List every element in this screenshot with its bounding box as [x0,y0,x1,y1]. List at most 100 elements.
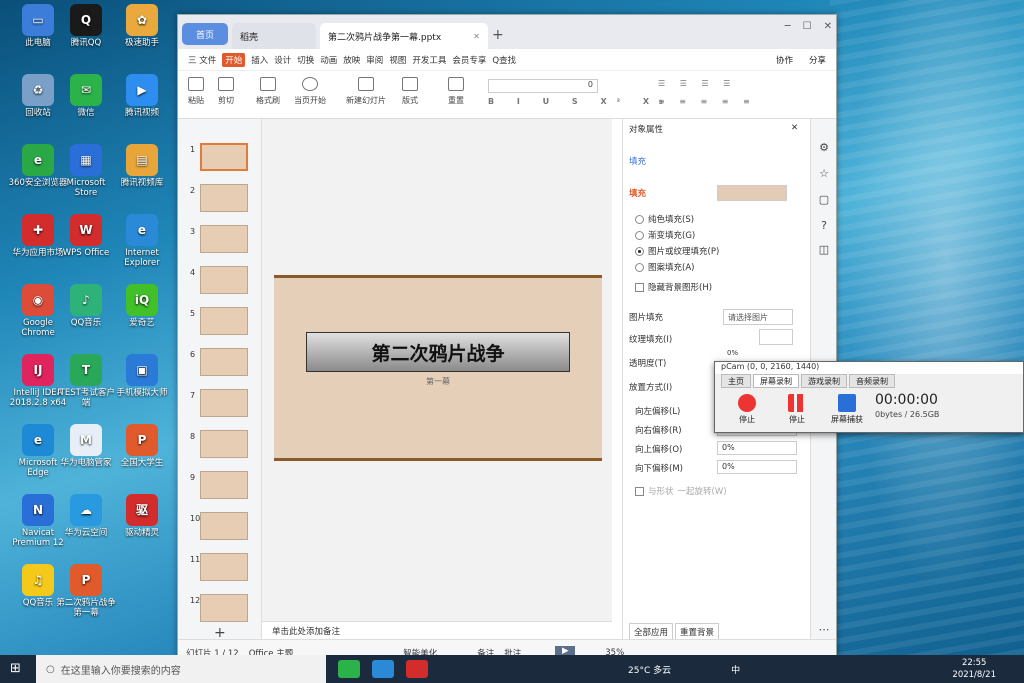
bandicam-capture-button[interactable]: 屏幕捕获 [827,394,867,425]
desktop-icon[interactable]: e Internet Explorer [112,214,172,268]
taskbar-search[interactable]: ○ 在这里输入你要搜索的内容 [36,655,326,683]
menu-item[interactable]: Q查找 [492,54,516,66]
desktop-icon[interactable]: ✿ 极速助手 [112,4,172,48]
animation-icon[interactable]: ☆ [817,167,831,181]
new-tab-icon[interactable]: + [492,27,504,43]
slide-thumbnail[interactable] [200,512,248,540]
slide-thumbnail[interactable] [200,553,248,581]
wechat-taskbar-icon[interactable] [338,660,360,678]
help-icon[interactable]: ? [817,219,831,233]
bandicam-tab[interactable]: 主页 [721,374,751,388]
align-tools[interactable]: ≡ ≡ ≡ ≡ ≡ [658,97,756,106]
slide-thumbnail[interactable] [200,471,248,499]
fill-section-title[interactable]: 填充 [629,187,646,199]
desktop-icon[interactable]: ▦ Microsoft Store [56,144,116,198]
fill-option-radio[interactable]: 渐变填充(G) [635,229,695,241]
desktop-icon[interactable]: ▤ 腾讯视频库 [112,144,172,188]
cut-button[interactable]: 剪切 [218,77,234,106]
tab-document[interactable]: 第二次鸦片战争第一幕.pptx ✕ [320,23,488,49]
fill-color-select[interactable] [717,185,787,201]
desktop-icon[interactable]: ▣ 手机模拟大师 [112,354,172,398]
menu-item[interactable]: 设计 [274,54,291,66]
comment-icon[interactable]: ▢ [817,193,831,207]
wps-taskbar-icon[interactable] [406,660,428,678]
desktop-icon[interactable]: 驱驱动精灵 [112,494,172,538]
hide-bg-checkbox[interactable]: 隐藏背景图形(H) [635,281,712,293]
slide-title[interactable]: 第二次鸦片战争 [306,332,570,372]
format-painter-button[interactable]: 格式刷 [256,77,280,106]
menu-item[interactable]: 审阅 [366,54,383,66]
menu-item[interactable]: 视图 [389,54,406,66]
desktop-icon[interactable]: iQ 爱奇艺 [112,284,172,328]
desktop-icon[interactable]: P 第二次鸦片战争第一幕 [56,564,116,618]
menu-item[interactable]: 三 文件 [188,54,216,66]
texture-select[interactable] [759,329,793,345]
desktop-icon[interactable]: M 华为电脑管家 [56,424,116,468]
windows-start-icon[interactable]: ⊞ [10,661,21,676]
desktop-icon[interactable]: ▶ 腾讯视频 [112,74,172,118]
slide-thumbnail[interactable] [200,184,248,212]
font-size-field[interactable]: 0 [488,79,598,93]
menu-right-item[interactable]: 分享 [809,54,826,66]
desktop-icon[interactable]: P 全国大学生 [112,424,172,468]
slide-1[interactable]: 第二次鸦片战争 第一幕 [274,275,602,461]
new-slide-button[interactable]: 新建幻灯片 [346,77,386,106]
slide-thumbnail[interactable] [200,266,248,294]
fill-option-radio[interactable]: 图片或纹理填充(P) [635,245,719,257]
menu-item[interactable]: 开发工具 [412,54,446,66]
menu-item[interactable]: 放映 [343,54,360,66]
close-panel-icon[interactable]: ✕ [791,123,798,133]
offset-spinner[interactable]: 0% [717,441,797,455]
desktop-icon[interactable]: ✉ 微信 [56,74,116,118]
close-window-icon[interactable]: ✕ [824,21,832,32]
play-button[interactable]: 当页开始 [294,77,326,106]
maximize-icon[interactable]: ☐ [803,21,812,32]
desktop-icon[interactable]: Q 腾讯QQ [56,4,116,48]
fill-option-radio[interactable]: 图案填充(A) [635,261,694,273]
rotate-with-shape-checkbox[interactable]: 与形状 一起旋转(W) [635,485,727,497]
tab-docer[interactable]: 稻壳 [232,23,316,49]
paste-button[interactable]: 粘贴 [188,77,204,106]
menu-right-item[interactable]: 协作 [776,54,793,66]
fill-option-radio[interactable]: 纯色填充(S) [635,213,694,225]
bandicam-tab[interactable]: 音频录制 [849,374,895,388]
notes-area[interactable]: 单击此处添加备注 [262,621,612,639]
minimize-icon[interactable]: ─ [785,21,791,32]
slide-thumbnail[interactable] [200,225,248,253]
font-style-buttons[interactable]: B I U S X² X₂ [488,97,673,106]
bandicam-stop-button[interactable]: 停止 [729,394,765,425]
menu-item[interactable]: 开始 [222,52,246,67]
desktop-icon[interactable]: T ITEST考试客户端 [56,354,116,408]
slide-thumbnail[interactable] [200,389,248,417]
slide-thumbnail[interactable] [200,307,248,335]
slide-thumbnail[interactable] [200,594,248,622]
edge-taskbar-icon[interactable] [372,660,394,678]
menu-item[interactable]: 会员专享 [452,54,486,66]
offset-spinner[interactable]: 0% [717,460,797,474]
layout-button[interactable]: 版式 [402,77,418,106]
bandicam-tab[interactable]: 游戏录制 [801,374,847,388]
ime-indicator[interactable]: 中 [731,663,740,676]
slide-thumbnail[interactable] [200,143,248,171]
desktop-icon[interactable]: ♪ QQ音乐 [56,284,116,328]
backup-icon[interactable]: ◫ [817,243,831,257]
fill-tab[interactable]: 填充 [629,155,646,167]
bandicam-pause-button[interactable]: 停止 [779,394,815,425]
slide-thumbnail[interactable] [200,430,248,458]
menu-item[interactable]: 插入 [251,54,268,66]
bandicam-tab[interactable]: 屏幕录制 [753,374,799,388]
menu-item[interactable]: 切换 [297,54,314,66]
properties-icon[interactable]: ⚙ [817,141,831,155]
tab-home[interactable]: 首页 [182,23,228,45]
more-icon[interactable]: ⋯ [817,623,831,637]
close-icon[interactable]: ✕ [473,32,480,41]
slide-subtitle[interactable]: 第一幕 [274,376,602,387]
clock[interactable]: 22:55 2021/8/21 [952,657,996,681]
desktop-icon[interactable]: W WPS Office [56,214,116,258]
slide-thumbnail[interactable] [200,348,248,376]
weather[interactable]: 25°C 多云 [628,663,671,676]
picture-fill-select[interactable]: 请选择图片 [723,309,793,325]
reset-button[interactable]: 重置 [448,77,464,106]
paragraph-tools[interactable]: ☰ ☰ ☰ ☰ [658,79,736,88]
menu-item[interactable]: 动画 [320,54,337,66]
